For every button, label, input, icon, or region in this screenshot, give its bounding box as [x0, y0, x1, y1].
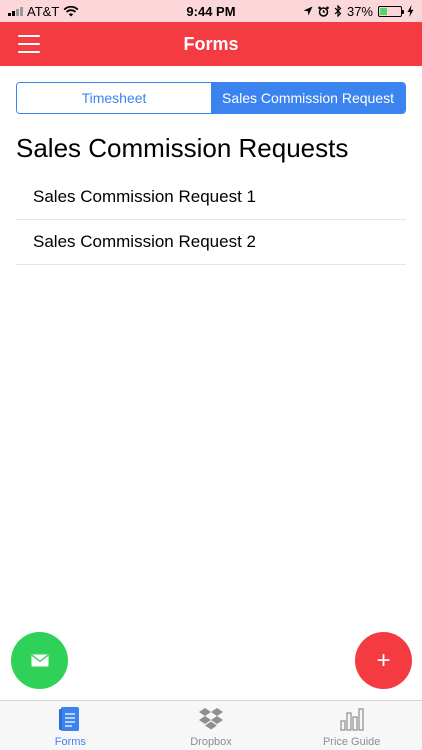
- status-bar: AT&T 9:44 PM 37%: [0, 0, 422, 22]
- segment-sales-commission-request[interactable]: Sales Commission Request: [211, 83, 405, 113]
- forms-document-icon: [56, 705, 84, 733]
- tab-price-guide[interactable]: Price Guide: [281, 701, 422, 750]
- segment-timesheet[interactable]: Timesheet: [17, 83, 211, 113]
- carrier-label: AT&T: [27, 3, 60, 19]
- status-right: 37%: [303, 4, 414, 19]
- bar-chart-icon: [338, 705, 366, 733]
- tab-bar: Forms Dropbox Price Guide: [0, 700, 422, 750]
- add-request-button[interactable]: +: [355, 632, 412, 689]
- list-item-request-1[interactable]: Sales Commission Request 1: [16, 175, 406, 220]
- location-arrow-icon: [303, 6, 313, 16]
- battery-icon: [378, 5, 404, 17]
- hamburger-menu-icon[interactable]: [18, 35, 40, 53]
- page-title: Forms: [183, 33, 239, 54]
- battery-fill: [380, 7, 388, 15]
- battery-percent: 37%: [346, 3, 373, 19]
- tab-label-forms: Forms: [54, 736, 86, 748]
- dropbox-icon: [197, 705, 225, 733]
- tab-dropbox[interactable]: Dropbox: [141, 701, 282, 750]
- section-title: Sales Commission Requests: [16, 133, 349, 163]
- signal-strength-icon: [8, 6, 23, 16]
- mail-button[interactable]: [11, 632, 68, 689]
- tab-label-price-guide: Price Guide: [322, 736, 381, 748]
- mail-icon: [31, 654, 48, 667]
- alarm-clock-icon: [318, 6, 329, 17]
- bluetooth-icon: [334, 5, 342, 17]
- plus-icon: +: [376, 646, 391, 674]
- list-item-request-2[interactable]: Sales Commission Request 2: [16, 220, 406, 265]
- form-type-segmented-control: Timesheet Sales Commission Request: [16, 82, 406, 114]
- charging-bolt-icon: [407, 5, 414, 17]
- status-left: AT&T: [8, 4, 79, 19]
- tab-label-dropbox: Dropbox: [190, 736, 232, 748]
- wifi-icon: [63, 5, 79, 17]
- nav-bar: Forms: [0, 22, 422, 66]
- tab-forms[interactable]: Forms: [0, 701, 141, 750]
- request-list: Sales Commission Request 1 Sales Commiss…: [16, 175, 406, 265]
